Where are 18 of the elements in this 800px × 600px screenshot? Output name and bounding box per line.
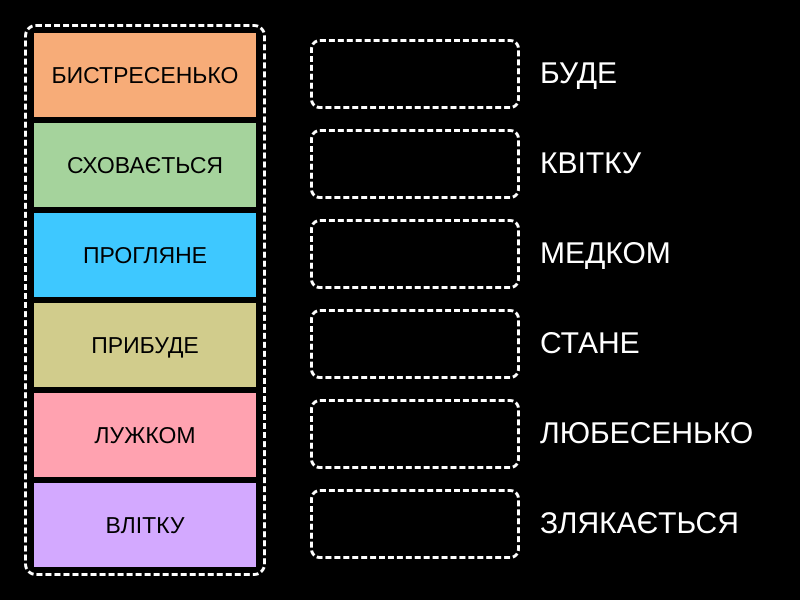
- word-tile[interactable]: ПРИБУДЕ: [34, 303, 256, 387]
- word-tile[interactable]: ВЛІТКУ: [34, 483, 256, 567]
- word-label: СТАНЕ: [540, 327, 640, 361]
- word-label: БУДЕ: [540, 57, 618, 91]
- answer-box[interactable]: [310, 399, 520, 469]
- answer-box[interactable]: [310, 489, 520, 559]
- answer-box[interactable]: [310, 129, 520, 199]
- word-tile[interactable]: БИСТРЕСЕНЬКО: [34, 33, 256, 117]
- word-label: КВІТКУ: [540, 147, 642, 181]
- word-tile[interactable]: ЛУЖКОМ: [34, 393, 256, 477]
- word-label: ЛЮБЕСЕНЬКО: [540, 417, 754, 451]
- answer-box[interactable]: [310, 309, 520, 379]
- word-tile[interactable]: ПРОГЛЯНЕ: [34, 213, 256, 297]
- word-label: МЕДКОМ: [540, 237, 671, 271]
- word-label: ЗЛЯКАЄТЬСЯ: [540, 507, 739, 541]
- word-tile[interactable]: СХОВАЄТЬСЯ: [34, 123, 256, 207]
- answer-box[interactable]: [310, 39, 520, 109]
- answer-box[interactable]: [310, 219, 520, 289]
